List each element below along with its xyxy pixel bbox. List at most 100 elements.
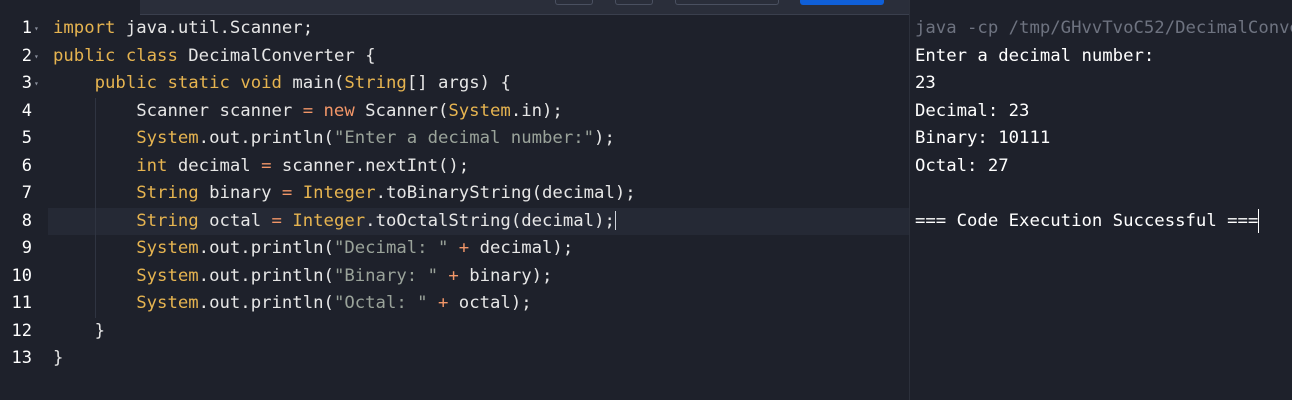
code-token: Scanner scanner <box>53 100 303 121</box>
code-token: Scanner( <box>354 100 449 121</box>
code-line[interactable]: String octal = Integer.toOctalString(dec… <box>48 207 909 236</box>
code-line[interactable]: } <box>48 345 909 373</box>
code-token: String <box>136 210 199 231</box>
output-text: Decimal: 23 <box>915 100 1030 121</box>
code-token: java.util.Scanner; <box>115 18 314 38</box>
line-number: 4 <box>21 100 32 121</box>
code-token: "Octal: " <box>333 293 428 313</box>
code-token: + <box>437 293 449 313</box>
code-token: "Decimal: " <box>333 238 449 258</box>
code-text: System.out.println("Enter a decimal numb… <box>53 125 615 153</box>
line-number: 3 <box>21 73 32 93</box>
code-token: Integer <box>302 183 376 203</box>
code-token: main( <box>281 73 345 93</box>
code-token: String <box>136 183 199 203</box>
code-line[interactable]: public static void main(String[] args) { <box>48 70 909 98</box>
code-token: + <box>448 265 459 286</box>
code-token: = <box>281 183 293 203</box>
output-text: Binary: 10111 <box>915 128 1051 148</box>
line-number: 13 <box>11 348 32 368</box>
line-number: 5 <box>21 128 32 148</box>
code-text: System.out.println("Binary: " + binary); <box>53 263 552 291</box>
code-token: scanner.nextInt(); <box>271 155 470 176</box>
output-line: Octal: 27 <box>915 153 1009 181</box>
fold-chevron-icon[interactable]: ▾ <box>34 70 39 98</box>
code-token: .in); <box>510 100 563 121</box>
code-text: public static void main(String[] args) { <box>53 70 511 98</box>
code-line[interactable]: String binary = Integer.toBinaryString(d… <box>48 180 909 208</box>
code-editor[interactable]: 1 ▾ 2 ▾ 3 ▾ 4 5 6 7 8 9 10 11 12 13 import java.util.Sc… <box>0 15 909 400</box>
code-token: void <box>240 73 282 93</box>
code-token: System <box>136 265 199 286</box>
line-number: 9 <box>21 238 32 258</box>
code-token: System <box>136 128 199 148</box>
code-token: } <box>53 348 64 368</box>
code-token: class <box>125 45 178 66</box>
code-token: + <box>458 238 470 258</box>
code-token: "Binary: " <box>333 265 438 286</box>
code-token: binary); <box>458 265 553 286</box>
code-token: .out.println( <box>198 293 334 313</box>
output-text: === Code Execution Successful === <box>915 210 1259 231</box>
run-button[interactable] <box>800 0 884 5</box>
code-line[interactable]: public class DecimalConverter { <box>48 43 909 71</box>
code-line[interactable]: import java.util.Scanner; <box>48 15 909 43</box>
code-area[interactable]: import java.util.Scanner; public class De… <box>48 15 909 400</box>
output-command: java -cp /tmp/GHvvTvoC52/DecimalConverte… <box>915 18 1292 38</box>
output-line: Decimal: 23 <box>915 98 1029 126</box>
code-line[interactable]: Scanner scanner = new Scanner(System.in)… <box>48 97 909 126</box>
output-line: === Code Execution Successful === <box>915 208 1260 236</box>
toolbar-button[interactable] <box>675 0 779 5</box>
code-token: import <box>53 18 116 38</box>
code-token: String <box>344 73 407 93</box>
line-number: 7 <box>21 183 32 203</box>
code-line[interactable]: System.out.println("Enter a decimal numb… <box>48 125 909 153</box>
code-token: Integer <box>292 210 366 231</box>
code-token: [] args) { <box>406 73 511 93</box>
code-token: .out.println( <box>198 265 334 286</box>
code-text: } <box>53 345 63 373</box>
output-text: 23 <box>915 73 936 93</box>
code-token: decimal <box>167 155 262 176</box>
code-token: ); <box>594 128 615 148</box>
line-number: 2 <box>21 45 32 66</box>
code-token: = <box>261 155 272 176</box>
toolbar-button[interactable] <box>615 0 653 5</box>
code-text: String octal = Integer.toOctalString(dec… <box>53 208 616 236</box>
line-number: 11 <box>11 293 32 313</box>
code-line[interactable]: System.out.println("Octal: " + octal); <box>48 290 909 318</box>
output-line: 23 <box>915 70 936 98</box>
output-text: Enter a decimal number: <box>915 45 1155 66</box>
toolbar-button[interactable] <box>555 0 593 5</box>
fold-chevron-icon[interactable]: ▾ <box>34 15 39 43</box>
code-token: .out.println( <box>198 128 334 148</box>
code-text: System.out.println("Octal: " + octal); <box>53 290 531 318</box>
line-number-gutter: 1 ▾ 2 ▾ 3 ▾ 4 5 6 7 8 9 10 11 12 13 <box>0 15 48 400</box>
code-text: public class DecimalConverter { <box>53 43 376 71</box>
code-text: Scanner scanner = new Scanner(System.in)… <box>53 98 563 126</box>
code-line[interactable]: System.out.println("Decimal: " + decimal… <box>48 235 909 263</box>
fold-chevron-icon[interactable]: ▾ <box>34 43 39 71</box>
code-token: } <box>53 320 106 341</box>
code-line[interactable]: int decimal = scanner.nextInt(); <box>48 152 909 180</box>
code-token: decimal); <box>469 238 574 258</box>
line-number: 12 <box>11 320 32 341</box>
console-cursor <box>1258 208 1260 233</box>
code-token: System <box>136 238 199 258</box>
code-line[interactable]: System.out.println("Binary: " + binary); <box>48 262 909 291</box>
code-line[interactable]: } <box>48 318 909 346</box>
output-console: java -cp /tmp/GHvvTvoC52/DecimalConverte… <box>910 15 1292 400</box>
code-token: new <box>323 100 355 121</box>
code-token: .toOctalString(decimal); <box>365 210 615 231</box>
